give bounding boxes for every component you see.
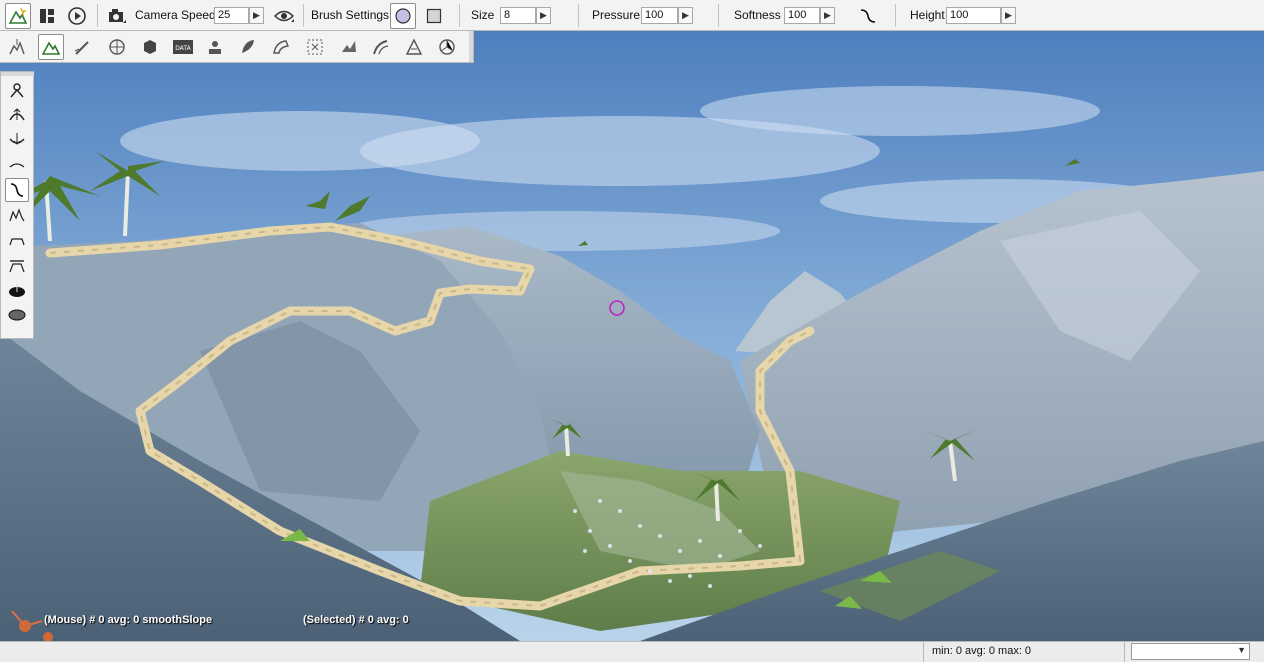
softness-arrow-icon[interactable]: ▶: [820, 7, 835, 24]
paint-noise-icon[interactable]: [5, 203, 29, 227]
mouse-info-text: (Mouse) # 0 avg: 0 smoothSlope: [44, 614, 213, 626]
height-stats: min: 0 avg: 0 max: 0: [932, 645, 1032, 657]
camera-speed-arrow-icon[interactable]: ▶: [249, 7, 264, 24]
terrain-painter-icon[interactable]: [70, 34, 96, 60]
height-label: Height: [910, 8, 945, 22]
visibility-eye-icon[interactable]: [271, 3, 297, 29]
set-height-icon[interactable]: [5, 253, 29, 277]
height-field[interactable]: 100: [946, 7, 1001, 24]
terrain-scene[interactable]: [0, 31, 1264, 641]
circle-brush-icon[interactable]: [390, 3, 416, 29]
material-editor-icon[interactable]: [104, 34, 130, 60]
convex-editor-icon[interactable]: [302, 34, 328, 60]
palette-grip[interactable]: [1, 72, 34, 76]
top-toolbar: Camera Speed 25 ▶ Brush Settings Size 8 …: [0, 0, 1264, 31]
smooth-slope-icon[interactable]: [5, 178, 29, 202]
softness-curve-icon[interactable]: [855, 3, 881, 29]
height-arrow-icon[interactable]: ▶: [1001, 7, 1016, 24]
decal-editor-icon[interactable]: [202, 34, 228, 60]
gui-editor-icon[interactable]: [34, 3, 60, 29]
datablock-editor-icon[interactable]: DATA: [170, 34, 196, 60]
restore-terrain-icon[interactable]: [5, 303, 29, 327]
forest-editor-icon[interactable]: [235, 34, 261, 60]
river-editor-icon[interactable]: [336, 34, 362, 60]
mesh-road-editor-icon[interactable]: [268, 34, 294, 60]
camera-speed-label: Camera Speed: [135, 8, 216, 22]
shape-editor-icon[interactable]: [434, 34, 460, 60]
status-dropdown[interactable]: ▼: [1131, 643, 1250, 660]
sketch-editor-icon[interactable]: [137, 34, 163, 60]
softness-label: Softness: [734, 8, 781, 22]
selected-info-text: (Selected) # 0 avg: 0: [303, 614, 409, 626]
road-editor-icon[interactable]: [368, 34, 394, 60]
clear-terrain-icon[interactable]: [5, 278, 29, 302]
terrain-editor-icon[interactable]: [38, 34, 64, 60]
chevron-down-icon: ▼: [1237, 645, 1246, 655]
editor-tool-tabs: DATA: [0, 31, 474, 63]
size-arrow-icon[interactable]: ▶: [536, 7, 551, 24]
camera-speed-field[interactable]: 25: [214, 7, 249, 24]
object-editor-icon[interactable]: [4, 34, 30, 60]
square-brush-icon[interactable]: [421, 3, 447, 29]
pressure-field[interactable]: 100: [641, 7, 678, 24]
terrain-viewport[interactable]: [0, 31, 1264, 641]
flatten-icon[interactable]: [5, 228, 29, 252]
raise-height-icon[interactable]: [5, 103, 29, 127]
status-bar: min: 0 avg: 0 max: 0 ▼: [0, 641, 1264, 662]
toolbar-grip[interactable]: [469, 31, 473, 62]
terrain-world-editor-icon[interactable]: [5, 3, 31, 29]
softness-field[interactable]: 100: [784, 7, 820, 24]
smooth-icon[interactable]: [5, 153, 29, 177]
svg-text:DATA: DATA: [175, 45, 191, 52]
navmesh-editor-icon[interactable]: [401, 34, 427, 60]
grab-terrain-icon[interactable]: [5, 78, 29, 102]
brush-settings-label: Brush Settings: [311, 8, 390, 22]
camera-icon[interactable]: [104, 3, 130, 29]
size-label: Size: [471, 8, 495, 22]
size-field[interactable]: 8: [500, 7, 536, 24]
play-game-icon[interactable]: [64, 3, 90, 29]
pressure-label: Pressure: [592, 8, 641, 22]
lower-height-icon[interactable]: [5, 128, 29, 152]
terrain-tool-palette: [0, 71, 34, 339]
pressure-arrow-icon[interactable]: ▶: [678, 7, 693, 24]
